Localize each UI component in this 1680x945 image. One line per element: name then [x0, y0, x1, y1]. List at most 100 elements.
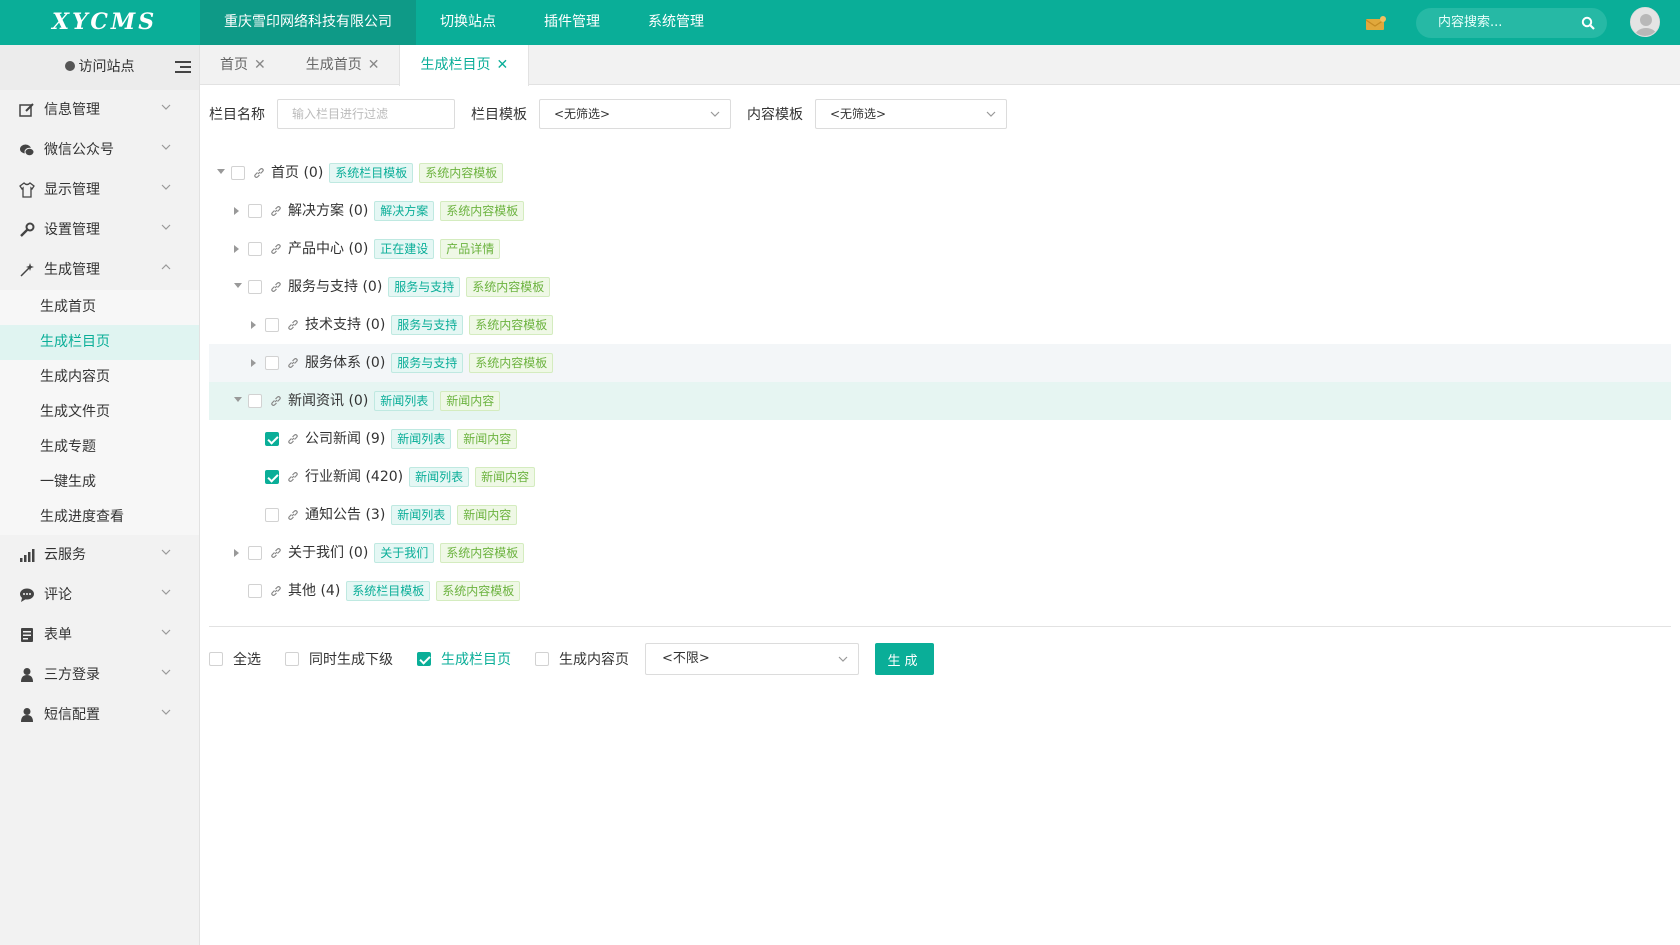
gen-children-checkbox[interactable]: 同时生成下级: [285, 649, 393, 669]
tree-checkbox[interactable]: [248, 394, 262, 408]
close-icon[interactable]: ✕: [254, 57, 266, 73]
caret-right-icon[interactable]: [251, 359, 256, 367]
menu-toggle-icon[interactable]: [175, 61, 191, 74]
sidebar-subitem-one-click[interactable]: 一键生成: [0, 465, 199, 500]
caret-down-icon[interactable]: [234, 283, 242, 288]
tree-node[interactable]: 服务与支持 (0) 服务与支持 系统内容模板: [270, 268, 556, 306]
tree-node[interactable]: 产品中心 (0) 正在建设 产品详情: [270, 230, 506, 268]
sidebar-subitem-gen-content[interactable]: 生成内容页: [0, 360, 199, 395]
tree-row[interactable]: 公司新闻 (9) 新闻列表 新闻内容: [209, 420, 1671, 458]
gen-content-label: 生成内容页: [559, 652, 629, 668]
tree-row[interactable]: 关于我们 (0) 关于我们 系统内容模板: [209, 534, 1671, 572]
tree-row[interactable]: 通知公告 (3) 新闻列表 新闻内容: [209, 496, 1671, 534]
sidebar-item-comment[interactable]: 评论: [0, 575, 199, 615]
search-input[interactable]: 内容搜索...: [1416, 8, 1607, 38]
nav-plugin-management[interactable]: 插件管理: [520, 0, 624, 45]
tree-row[interactable]: 新闻资讯 (0) 新闻列表 新闻内容: [209, 382, 1671, 420]
tab-home[interactable]: 首页 ✕: [200, 45, 286, 85]
tree-row[interactable]: 服务与支持 (0) 服务与支持 系统内容模板: [209, 268, 1671, 306]
close-icon[interactable]: ✕: [496, 57, 508, 73]
shirt-icon: [19, 182, 35, 198]
tree-node[interactable]: 新闻资讯 (0) 新闻列表 新闻内容: [270, 382, 506, 420]
gen-content-checkbox[interactable]: 生成内容页: [535, 649, 629, 669]
search-icon[interactable]: [1581, 16, 1595, 30]
column-template-tag: 服务与支持: [391, 353, 464, 373]
tree-checkbox[interactable]: [248, 584, 262, 598]
sidebar-subitem-gen-column[interactable]: 生成栏目页: [0, 325, 199, 360]
column-template-tag: 新闻列表: [391, 429, 452, 449]
close-icon[interactable]: ✕: [368, 57, 380, 73]
tree-node[interactable]: 关于我们 (0) 关于我们 系统内容模板: [270, 534, 530, 572]
sidebar-subitem-gen-topic[interactable]: 生成专题: [0, 430, 199, 465]
select-all-checkbox[interactable]: 全选: [209, 649, 261, 669]
caret-down-icon[interactable]: [234, 397, 242, 402]
content-template-tag: 新闻内容: [457, 429, 518, 449]
tree-checkbox[interactable]: [248, 280, 262, 294]
sidebar-subitem-progress[interactable]: 生成进度查看: [0, 500, 199, 535]
visit-site-link[interactable]: 访问站点: [0, 45, 199, 90]
link-icon: [271, 244, 281, 254]
tree-checkbox[interactable]: [265, 356, 279, 370]
tree-node[interactable]: 首页 (0) 系统栏目模板 系统内容模板: [253, 154, 509, 192]
tree-node[interactable]: 行业新闻 (420) 新闻列表 新闻内容: [287, 458, 541, 496]
tab-gen-home[interactable]: 生成首页 ✕: [286, 45, 400, 85]
avatar[interactable]: [1630, 7, 1660, 37]
tree-checkbox[interactable]: [265, 508, 279, 522]
tree-row[interactable]: 行业新闻 (420) 新闻列表 新闻内容: [209, 458, 1671, 496]
tree-checkbox[interactable]: [231, 166, 245, 180]
tree-row[interactable]: 服务体系 (0) 服务与支持 系统内容模板: [209, 344, 1671, 382]
sidebar-item-cloud[interactable]: 云服务: [0, 535, 199, 575]
sidebar-item-generate[interactable]: 生成管理: [0, 250, 199, 290]
caret-right-icon[interactable]: [234, 207, 239, 215]
logo[interactable]: XYCMS: [0, 0, 200, 45]
column-name-label: 栏目名称: [209, 107, 265, 123]
caret-right-icon[interactable]: [234, 549, 239, 557]
column-template-select[interactable]: <无筛选>: [539, 99, 731, 129]
link-icon: [271, 548, 281, 558]
nav-switch-site[interactable]: 切换站点: [416, 0, 520, 45]
mail-icon[interactable]: [1366, 16, 1386, 30]
tree-node[interactable]: 技术支持 (0) 服务与支持 系统内容模板: [287, 306, 559, 344]
tree-row[interactable]: 首页 (0) 系统栏目模板 系统内容模板: [209, 154, 1671, 192]
sidebar-item-wechat[interactable]: 微信公众号: [0, 130, 199, 170]
tree-row[interactable]: 技术支持 (0) 服务与支持 系统内容模板: [209, 306, 1671, 344]
tree-checkbox[interactable]: [248, 242, 262, 256]
tree-checkbox[interactable]: [248, 546, 262, 560]
sidebar-item-oauth[interactable]: 三方登录: [0, 655, 199, 695]
nav-site-name[interactable]: 重庆雪印网络科技有限公司: [200, 0, 416, 45]
column-filter-input[interactable]: [277, 99, 455, 129]
tree-checkbox[interactable]: [265, 432, 279, 446]
sidebar-item-info[interactable]: 信息管理: [0, 90, 199, 130]
sidebar-item-settings[interactable]: 设置管理: [0, 210, 199, 250]
content-template-tag: 新闻内容: [440, 391, 501, 411]
tree-node[interactable]: 解决方案 (0) 解决方案 系统内容模板: [270, 192, 530, 230]
gen-column-checkbox[interactable]: 生成栏目页: [417, 649, 511, 669]
sidebar-subitem-gen-file[interactable]: 生成文件页: [0, 395, 199, 430]
content-template-select[interactable]: <无筛选>: [815, 99, 1007, 129]
tree-node[interactable]: 通知公告 (3) 新闻列表 新闻内容: [287, 496, 523, 534]
caret-right-icon[interactable]: [251, 321, 256, 329]
chevron-down-icon: [161, 184, 171, 190]
sidebar-item-form[interactable]: 表单: [0, 615, 199, 655]
tab-gen-column[interactable]: 生成栏目页 ✕: [399, 45, 530, 86]
tree-node[interactable]: 服务体系 (0) 服务与支持 系统内容模板: [287, 344, 559, 382]
sidebar-subitem-gen-home[interactable]: 生成首页: [0, 290, 199, 325]
tab-bar: 首页 ✕ 生成首页 ✕ 生成栏目页 ✕: [200, 45, 1680, 86]
caret-right-icon[interactable]: [234, 245, 239, 253]
tree-checkbox[interactable]: [248, 204, 262, 218]
tree-row[interactable]: 解决方案 (0) 解决方案 系统内容模板: [209, 192, 1671, 230]
caret-down-icon[interactable]: [217, 169, 225, 174]
link-icon: [288, 320, 298, 330]
tree-checkbox[interactable]: [265, 470, 279, 484]
tree-node[interactable]: 公司新闻 (9) 新闻列表 新闻内容: [287, 420, 523, 458]
tree-row[interactable]: 产品中心 (0) 正在建设 产品详情: [209, 230, 1671, 268]
sidebar-item-display[interactable]: 显示管理: [0, 170, 199, 210]
tree-node[interactable]: 其他 (4) 系统栏目模板 系统内容模板: [270, 572, 526, 610]
sidebar-item-label: 信息管理: [44, 102, 100, 118]
tree-checkbox[interactable]: [265, 318, 279, 332]
tree-row[interactable]: 其他 (4) 系统栏目模板 系统内容模板: [209, 572, 1671, 610]
nav-system-management[interactable]: 系统管理: [624, 0, 728, 45]
limit-select[interactable]: <不限>: [645, 643, 859, 675]
generate-button[interactable]: 生成: [875, 643, 934, 675]
sidebar-item-sms[interactable]: 短信配置: [0, 695, 199, 735]
